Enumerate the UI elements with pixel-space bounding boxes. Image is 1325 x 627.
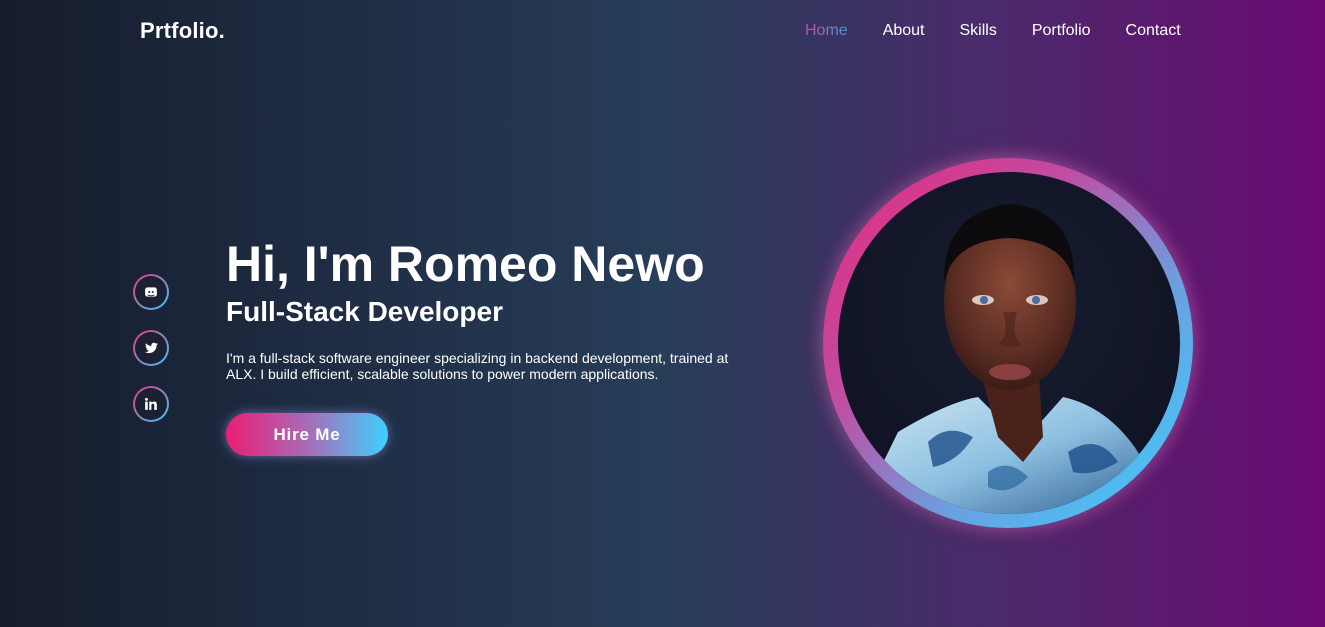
linkedin-link[interactable] bbox=[133, 386, 169, 422]
nav-skills[interactable]: Skills bbox=[960, 22, 997, 40]
nav-contact[interactable]: Contact bbox=[1126, 22, 1181, 40]
nav-about[interactable]: About bbox=[883, 22, 925, 40]
hire-me-button[interactable]: Hire Me bbox=[226, 413, 388, 456]
hero-role: Full-Stack Developer bbox=[226, 296, 503, 327]
discord-link[interactable] bbox=[133, 274, 169, 310]
twitter-link[interactable] bbox=[133, 330, 169, 366]
site-logo[interactable]: Prtfolio. bbox=[140, 18, 225, 44]
social-links bbox=[133, 274, 169, 422]
profile-photo bbox=[838, 172, 1180, 514]
hero-description: I'm a full-stack software engineer speci… bbox=[226, 350, 729, 382]
nav-home[interactable]: Home bbox=[805, 22, 848, 40]
main-nav: Home About Skills Portfolio Contact bbox=[805, 22, 1216, 40]
linkedin-icon bbox=[135, 388, 167, 420]
discord-icon bbox=[135, 276, 167, 308]
hero-section: Hi, I'm Romeo Newo Full-Stack Developer … bbox=[226, 238, 766, 382]
twitter-icon bbox=[135, 332, 167, 364]
nav-portfolio[interactable]: Portfolio bbox=[1032, 22, 1091, 40]
hero-greeting: Hi, I'm Romeo Newo bbox=[226, 236, 705, 292]
